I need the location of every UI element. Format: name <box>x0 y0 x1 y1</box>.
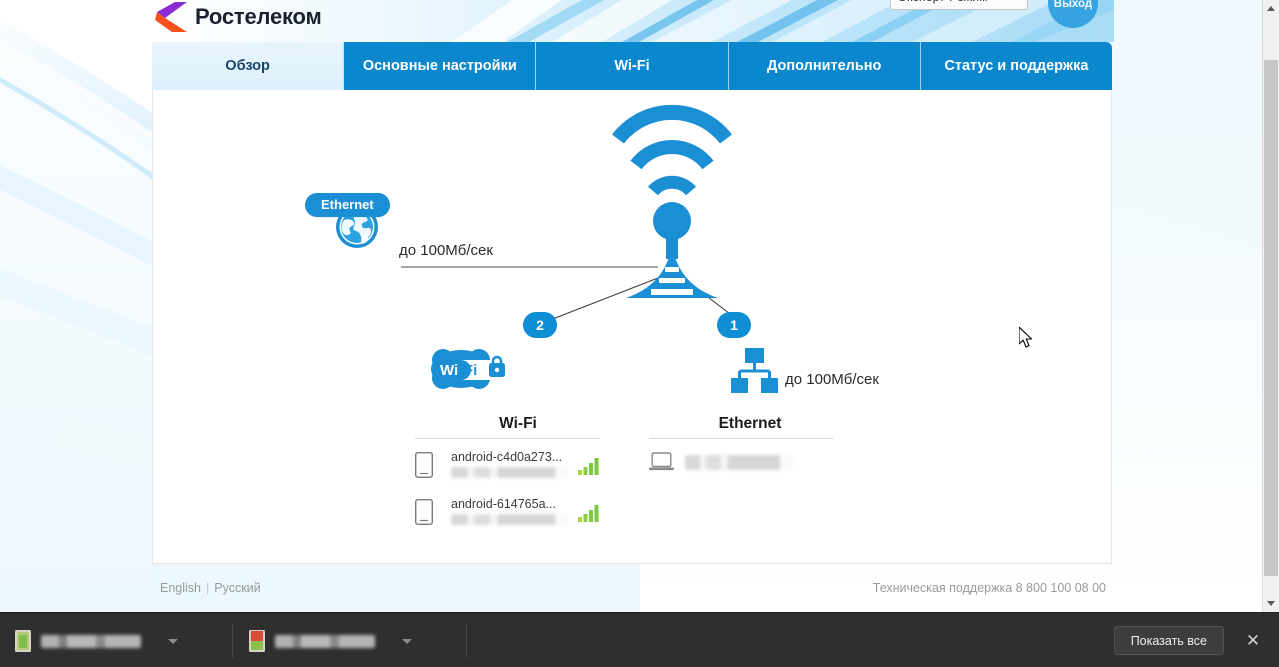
lang-english-link[interactable]: English <box>160 581 201 595</box>
ethernet-device-list <box>649 438 834 497</box>
device-name: android-614765a... <box>451 497 556 511</box>
download-divider <box>466 624 467 658</box>
close-icon[interactable]: ✕ <box>1243 631 1263 651</box>
scrollbar-thumb[interactable] <box>1264 60 1278 576</box>
arrow-up-icon[interactable] <box>1263 0 1279 17</box>
wifi-section-title: Wi-Fi <box>499 415 537 432</box>
network-hub-icon <box>731 348 778 393</box>
tab-advanced[interactable]: Дополнительно <box>728 42 921 90</box>
laptop-icon <box>649 450 675 477</box>
wifi-secure-icon: Wi Fi <box>431 349 505 389</box>
wan-speed-label: до 100Мб/сек <box>399 242 493 259</box>
chevron-down-icon[interactable] <box>402 638 412 644</box>
vertical-scrollbar[interactable] <box>1262 0 1279 612</box>
wifi-antenna-tower-icon <box>612 104 732 298</box>
overview-content-panel: Wi Fi Ethernet до 100Мб/сек до 100Мб/сек… <box>152 90 1112 564</box>
signal-bars-icon <box>578 497 600 527</box>
device-details-redacted <box>451 467 569 478</box>
list-item[interactable]: android-614765a... <box>414 497 600 533</box>
browser-viewport: Ростелеком Эксперт-Режим Выход Обзор Осн… <box>0 0 1279 667</box>
device-details-redacted <box>685 455 793 470</box>
lan-speed-label: до 100Мб/сек <box>785 371 879 388</box>
wifi-device-list: android-c4d0a273... android-614765a... <box>414 438 600 544</box>
brand-name: Ростелеком <box>195 4 322 29</box>
logout-label: Выход <box>1053 0 1093 10</box>
lang-russian-link[interactable]: Русский <box>214 581 260 595</box>
list-divider <box>415 438 600 439</box>
rostelecom-chevron-logo-icon <box>155 2 187 32</box>
list-item[interactable]: android-c4d0a273... <box>414 450 600 486</box>
tab-label: Wi-Fi <box>614 58 650 74</box>
mouse-pointer-icon <box>1019 327 1033 348</box>
topology-graphics: Wi Fi <box>336 104 778 393</box>
network-topology-diagram: Wi Fi Ethernet до 100Мб/сек до 100Мб/сек… <box>153 90 1113 450</box>
tablet-icon <box>414 450 441 483</box>
arrow-down-icon[interactable] <box>1263 595 1279 612</box>
header-band: Ростелеком Эксперт-Режим Выход <box>152 0 1114 42</box>
language-switcher: English | Русский <box>160 581 261 595</box>
tab-status-support[interactable]: Статус и поддержка <box>920 42 1113 90</box>
file-download-icon <box>249 630 265 652</box>
svg-text:Fi: Fi <box>464 362 477 379</box>
download-divider <box>232 624 233 658</box>
download-item[interactable] <box>14 626 178 656</box>
tab-wifi[interactable]: Wi-Fi <box>536 42 729 90</box>
ethernet-section-title: Ethernet <box>718 415 782 432</box>
main-navigation-tabs: Обзор Основные настройки Wi-Fi Дополните… <box>152 42 1113 90</box>
expert-mode-select[interactable]: Эксперт-Режим <box>890 0 1028 10</box>
port-number: 1 <box>730 317 738 333</box>
lan-branch-line-2 <box>544 277 659 323</box>
file-download-icon <box>15 630 31 652</box>
show-all-label: Показать все <box>1130 633 1207 648</box>
chevron-down-icon[interactable] <box>168 638 178 644</box>
tablet-icon <box>414 497 441 530</box>
download-filename-redacted <box>275 634 375 648</box>
port-number: 2 <box>536 317 544 333</box>
svg-text:Wi: Wi <box>440 362 458 379</box>
device-details-redacted <box>451 514 569 525</box>
show-all-downloads-button[interactable]: Показать все <box>1113 626 1224 655</box>
port-badge-2[interactable]: 2 <box>523 312 557 338</box>
download-filename-redacted <box>41 634 141 648</box>
list-divider <box>649 438 834 439</box>
router-admin-ui: Ростелеком Эксперт-Режим Выход Обзор Осн… <box>152 0 1114 605</box>
signal-bars-icon <box>578 450 600 480</box>
download-bar: Показать все ✕ <box>0 612 1279 667</box>
page-footer: English | Русский Техническая поддержка 8 … <box>152 570 1114 604</box>
wan-type-badge: Ethernet <box>305 193 390 217</box>
tab-basic-settings[interactable]: Основные настройки <box>344 42 537 90</box>
tab-label: Дополнительно <box>767 58 882 74</box>
download-item[interactable] <box>248 626 412 656</box>
tab-overview[interactable]: Обзор <box>152 42 345 90</box>
port-badge-1[interactable]: 1 <box>717 312 751 338</box>
tab-label: Обзор <box>225 58 270 74</box>
brand-logo: Ростелеком <box>154 2 322 32</box>
list-item[interactable] <box>649 450 834 486</box>
tab-label: Статус и поддержка <box>944 58 1089 74</box>
support-phone: Техническая поддержка 8 800 100 08 00 <box>872 581 1106 595</box>
device-name: android-c4d0a273... <box>451 450 563 464</box>
tab-label: Основные настройки <box>362 58 517 74</box>
lang-separator: | <box>206 581 210 595</box>
expert-mode-value: Эксперт-Режим <box>898 0 988 4</box>
